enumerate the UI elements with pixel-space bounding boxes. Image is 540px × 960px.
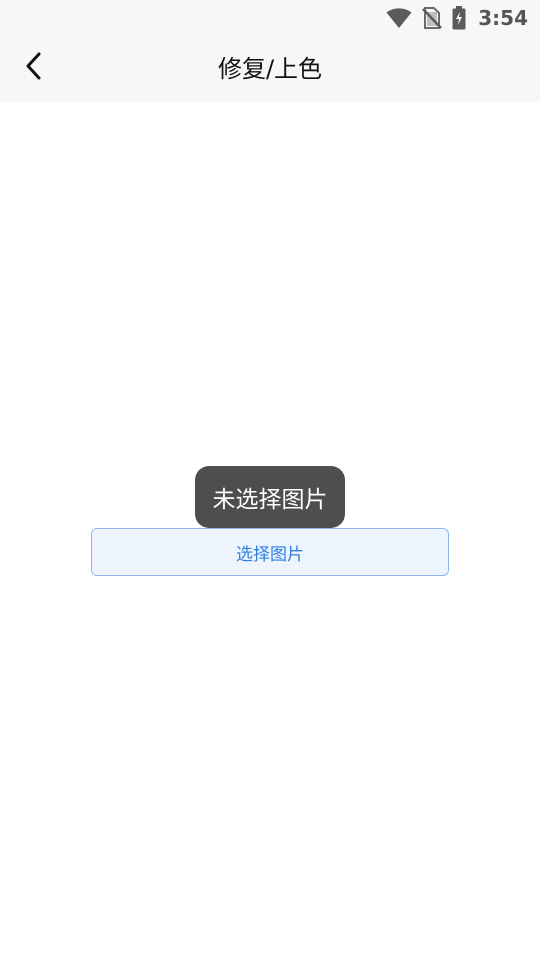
no-sim-icon (422, 6, 443, 30)
main-content: 选择图片 未选择图片 (0, 102, 540, 960)
wifi-icon (386, 7, 412, 29)
app-bar: 修复/上色 (0, 36, 540, 102)
status-bar: 3:54 (0, 0, 540, 36)
chevron-left-icon (24, 51, 44, 85)
toast-message: 未选择图片 (195, 466, 345, 528)
status-icons: 3:54 (386, 5, 528, 31)
battery-charging-icon (452, 6, 466, 30)
page-title: 修复/上色 (217, 55, 323, 83)
back-button[interactable] (16, 50, 52, 86)
select-image-button[interactable]: 选择图片 (91, 528, 449, 576)
status-time: 3:54 (478, 6, 528, 30)
